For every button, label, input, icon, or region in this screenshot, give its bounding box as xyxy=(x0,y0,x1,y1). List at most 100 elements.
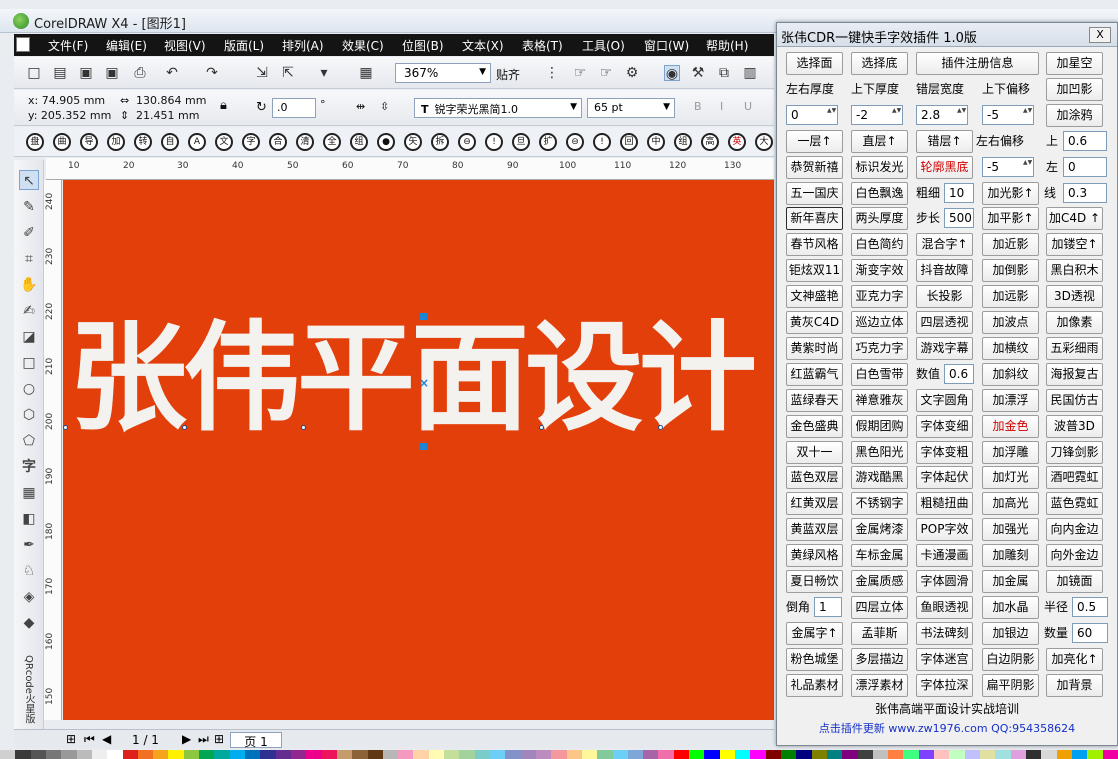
palette-swatch[interactable] xyxy=(229,750,245,759)
effect-button[interactable]: 文神盛艳 xyxy=(786,285,843,309)
welcome-screen-icon[interactable]: ▦ xyxy=(358,65,374,81)
application-launcher-icon[interactable]: ▾ xyxy=(316,65,332,81)
effect-button[interactable]: 混合字↑ xyxy=(916,233,973,257)
palette-swatch[interactable] xyxy=(122,750,138,759)
spinner-arrows-icon[interactable]: ▲▼ xyxy=(1023,107,1032,123)
height-field[interactable]: 21.451 mm xyxy=(136,109,199,122)
palette-swatch[interactable] xyxy=(1025,750,1042,759)
basic-shapes-icon[interactable]: ⬠ xyxy=(19,431,39,451)
snap-objects-icon[interactable]: ☞ xyxy=(572,65,588,81)
undo-icon[interactable]: ↶ xyxy=(164,65,180,81)
y-position-field[interactable]: y: 205.352 mm xyxy=(28,109,111,122)
snap-to-label[interactable]: 贴齐 xyxy=(496,66,520,83)
spinner-arrows-icon[interactable]: ▲▼ xyxy=(892,107,901,123)
tools-icon[interactable]: ⚒ xyxy=(690,65,706,81)
effect-button[interactable]: 扁平阴影 xyxy=(982,673,1039,697)
palette-swatch[interactable] xyxy=(183,750,200,759)
palette-swatch[interactable] xyxy=(1087,750,1103,759)
effect-button[interactable]: 加灯光 xyxy=(982,466,1039,490)
effect-button[interactable]: 民国仿古 xyxy=(1046,388,1103,412)
redo-icon[interactable]: ↷ xyxy=(204,65,220,81)
effect-button[interactable]: 渐变字效 xyxy=(851,259,908,283)
zoom-level-select[interactable]: 367% ▼ xyxy=(395,63,491,83)
macro-icon[interactable]: 字 xyxy=(242,133,260,151)
macro-icon[interactable]: 加 xyxy=(107,133,125,151)
palette-swatch[interactable] xyxy=(949,750,965,759)
macro-icon[interactable]: 盘 xyxy=(26,133,44,151)
param-input[interactable]: 2.8 ▲▼ xyxy=(916,104,968,125)
effect-button[interactable]: 加倒影 xyxy=(982,259,1039,283)
menu-help[interactable]: 帮助(H) xyxy=(706,37,748,54)
menu-tools[interactable]: 工具(O) xyxy=(582,37,625,54)
palette-swatch[interactable] xyxy=(61,750,77,759)
effect-button[interactable]: 3D透视 xyxy=(1046,285,1103,309)
rotation-field[interactable]: .0 xyxy=(272,98,316,118)
effect-button[interactable]: 加强光 xyxy=(982,518,1039,542)
effect-button[interactable]: 白色雪带 xyxy=(851,362,908,386)
qrcode-plugin-label[interactable]: QRcode火星版 xyxy=(20,655,36,724)
effect-button[interactable]: 双十一 xyxy=(786,440,843,464)
palette-swatch[interactable] xyxy=(704,750,720,759)
palette-swatch[interactable] xyxy=(474,750,490,759)
macro-icon[interactable]: 组 xyxy=(674,133,692,151)
palette-swatch[interactable] xyxy=(1071,750,1088,759)
snap-guides-icon[interactable]: ⋮ xyxy=(544,65,560,81)
select-bottom-button[interactable]: 选择底 xyxy=(851,52,908,75)
menu-arrange[interactable]: 排列(A) xyxy=(282,37,324,54)
palette-swatch[interactable] xyxy=(673,750,690,759)
layer-button[interactable]: 错层↑ xyxy=(916,129,973,153)
palette-swatch[interactable] xyxy=(91,750,108,759)
macro-icon[interactable]: 拆 xyxy=(431,133,449,151)
effect-button[interactable]: 黑白积木 xyxy=(1046,259,1103,283)
macro-icon[interactable]: 高 xyxy=(701,133,719,151)
menu-file[interactable]: 文件(F) xyxy=(48,37,88,54)
count-input[interactable]: 60 xyxy=(1072,622,1108,643)
prev-page-icon[interactable]: ◀ xyxy=(102,732,111,746)
palette-swatch[interactable] xyxy=(796,750,812,759)
palette-swatch[interactable] xyxy=(643,750,659,759)
effect-button[interactable]: 加斜纹 xyxy=(982,362,1039,386)
effect-button[interactable]: 长投影 xyxy=(916,285,973,309)
effect-button[interactable]: 假期团购 xyxy=(851,414,908,438)
add-page-icon[interactable]: ⊞ xyxy=(66,732,76,746)
effect-button[interactable]: 加波点 xyxy=(982,311,1039,334)
effect-button[interactable]: 金色盛典 xyxy=(786,414,843,438)
new-document-icon[interactable]: □ xyxy=(26,65,42,81)
last-page-icon[interactable]: ⏭ xyxy=(198,732,209,747)
palette-swatch[interactable] xyxy=(428,750,445,759)
interactive-blend-icon[interactable]: ◧ xyxy=(19,509,39,529)
add-flat-shadow-button[interactable]: 加平影↑ xyxy=(982,207,1039,231)
palette-swatch[interactable] xyxy=(750,750,766,759)
eye-icon[interactable]: ◉ xyxy=(664,65,680,82)
palette-swatch[interactable] xyxy=(505,750,521,759)
smart-fill-icon[interactable]: ◪ xyxy=(19,327,39,347)
effect-button[interactable]: 粉色城堡 xyxy=(786,647,843,671)
shape-tool-icon[interactable]: ✎ xyxy=(19,197,39,217)
macro-icon[interactable]: 旦 xyxy=(512,133,530,151)
macro-icon[interactable]: 自 xyxy=(161,133,179,151)
palette-swatch[interactable] xyxy=(857,750,873,759)
effect-button[interactable]: 恭贺新禧 xyxy=(786,155,843,179)
effect-button[interactable]: 白色简约 xyxy=(851,233,908,257)
effect-button[interactable]: 标识发光 xyxy=(851,155,908,179)
effect-button[interactable]: 加高光 xyxy=(982,492,1039,516)
add-graffiti-button[interactable]: 加涂鸦 xyxy=(1046,103,1103,127)
smudge-tool-icon[interactable]: ✐ xyxy=(19,223,39,243)
palette-swatch[interactable] xyxy=(15,750,31,759)
drawing-canvas[interactable]: 张伟平面设计 × xyxy=(63,180,774,720)
selection-handle-top[interactable] xyxy=(420,313,427,320)
palette-swatch[interactable] xyxy=(214,750,230,759)
macro-icon[interactable]: ⊖ xyxy=(566,133,584,151)
effect-button[interactable]: 加横纹 xyxy=(982,336,1039,360)
palette-swatch[interactable] xyxy=(137,750,154,759)
effect-button[interactable]: 黄灰C4D xyxy=(786,311,843,334)
effect-button[interactable]: 加银边 xyxy=(982,621,1039,645)
palette-swatch[interactable] xyxy=(367,750,383,759)
effect-button[interactable]: 礼品素材 xyxy=(786,673,843,697)
palette-swatch[interactable] xyxy=(658,750,674,759)
effect-button[interactable]: 黄蓝双层 xyxy=(786,518,843,542)
effect-button[interactable]: 加背景 xyxy=(1046,673,1103,697)
effect-button[interactable]: 金属烤漆 xyxy=(851,518,908,542)
top-input[interactable]: 0.6 xyxy=(1063,130,1107,151)
effect-button[interactable]: 字体圆滑 xyxy=(916,570,973,593)
